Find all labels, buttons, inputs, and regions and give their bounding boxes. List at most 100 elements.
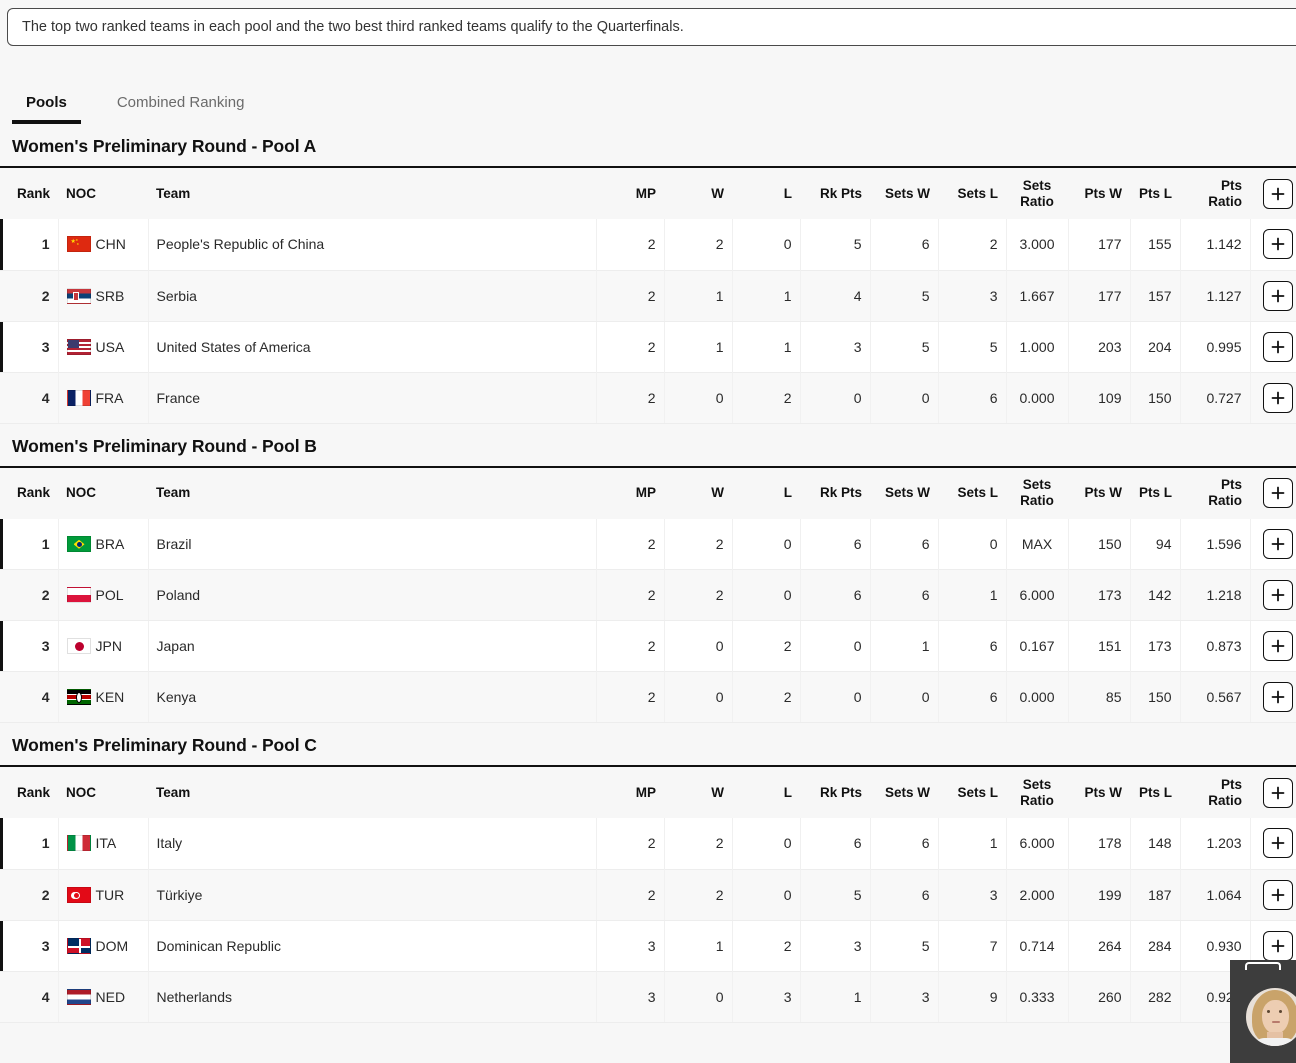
- cell-team-name: Netherlands: [148, 970, 597, 1023]
- cell-rk-pts: 0: [800, 671, 871, 723]
- noc-code: FRA: [95, 389, 124, 406]
- cell-sets-ratio: 2.000: [1006, 868, 1069, 921]
- column-header-w: W: [664, 466, 732, 519]
- widget-drag-handle[interactable]: [1245, 962, 1281, 970]
- column-header-noc: NOC: [58, 466, 148, 519]
- standings-table: Rank NOC Team MP W L Rk Pts Sets W Sets L Sets Rat…: [0, 166, 1296, 424]
- table-row[interactable]: 4 KEN Kenya 2 0 2 0 0 6 0.000 85 150 0.567: [0, 671, 1296, 723]
- cell-pts-w: 151: [1068, 620, 1131, 672]
- cell-rk-pts: 6: [800, 569, 871, 621]
- column-header-actions: [1250, 167, 1296, 219]
- cell-team-name: Kenya: [148, 671, 597, 723]
- table-row[interactable]: 3 USA United States of America 2 1 1 3 5 5 1.000 2…: [0, 321, 1296, 372]
- column-header-rank: Rank: [0, 167, 58, 219]
- cell-rk-pts: 5: [800, 219, 871, 270]
- cell-pts-ratio: 1.203: [1180, 818, 1251, 869]
- table-row[interactable]: 4 FRA France 2 0 2 0 0 6 0.000 109 150 0.727: [0, 371, 1296, 424]
- expand-row-button[interactable]: [1263, 528, 1293, 559]
- column-header-rk-pts: Rk Pts: [800, 167, 870, 219]
- plus-icon: [1271, 639, 1285, 653]
- expand-row-button[interactable]: [1263, 229, 1293, 260]
- noc-code: USA: [95, 338, 125, 355]
- tab-pools[interactable]: Pools: [12, 95, 81, 124]
- cell-noc: BRA: [58, 518, 149, 570]
- flag-ita-icon: [66, 835, 91, 852]
- cell-sets-l: 6: [938, 371, 1007, 424]
- expand-all-button[interactable]: [1263, 478, 1293, 508]
- cell-team-name: People's Republic of China: [148, 219, 597, 270]
- cell-team-name: Dominican Republic: [148, 920, 597, 971]
- cell-sets-ratio: 6.000: [1006, 818, 1069, 869]
- table-row[interactable]: 1 ★ ★ ★ CHN People's Republic of China 2 2 0 5 6 2 3…: [0, 219, 1296, 270]
- column-header-pts-l: Pts L: [1130, 766, 1180, 818]
- cell-rank: 3: [0, 321, 59, 372]
- cell-rk-pts: 1: [800, 970, 871, 1023]
- cell-noc: USA: [58, 321, 149, 372]
- expand-row-button[interactable]: [1263, 331, 1293, 362]
- column-header-rank: Rank: [0, 766, 58, 818]
- noc-code: DOM: [95, 937, 129, 954]
- cell-pts-ratio: 1.127: [1180, 269, 1251, 322]
- table-row[interactable]: 2 POL Poland 2 2 0 6 6 1 6.000 173 142 1.218: [0, 569, 1296, 621]
- cell-rank: 2: [0, 269, 59, 322]
- cell-pts-ratio: 0.727: [1180, 371, 1251, 424]
- expand-row-button[interactable]: [1263, 280, 1293, 311]
- cell-sets-l: 3: [938, 868, 1007, 921]
- cell-sets-ratio: 0.000: [1006, 671, 1069, 723]
- cell-rank: 4: [0, 671, 59, 723]
- cell-rank: 1: [0, 518, 59, 570]
- plus-icon: [1271, 486, 1285, 500]
- flag-fra-icon: [66, 389, 91, 406]
- avatar: [1246, 988, 1296, 1046]
- noc-code: POL: [95, 587, 124, 603]
- cell-l: 3: [732, 970, 801, 1023]
- cell-w: 0: [664, 671, 733, 723]
- video-call-avatar[interactable]: [1230, 960, 1296, 1063]
- table-row[interactable]: 4 NED Netherlands 3 0 3 1 3 9 0.333 260 282 0.922: [0, 970, 1296, 1023]
- column-header-w: W: [664, 766, 732, 818]
- expand-row-button[interactable]: [1263, 580, 1293, 610]
- expand-row-button[interactable]: [1263, 682, 1293, 712]
- expand-row-button[interactable]: [1263, 631, 1293, 661]
- expand-row-button[interactable]: [1263, 382, 1293, 413]
- table-row[interactable]: 3 DOM Dominican Republic 3 1 2 3 5 7 0.714 264 284 0…: [0, 920, 1296, 971]
- cell-rk-pts: 5: [800, 868, 871, 921]
- table-row[interactable]: 2 TUR Türkiye 2 2 0 5 6 3 2.000 199 187 1.064: [0, 868, 1296, 921]
- avatar-eye-left: [1267, 1010, 1270, 1013]
- expand-all-button[interactable]: [1263, 777, 1293, 808]
- tab-combined-ranking[interactable]: Combined Ranking: [103, 95, 259, 124]
- column-header-sets-ratio: Sets Ratio: [1006, 167, 1068, 219]
- flag-tur-icon: [66, 886, 91, 903]
- cell-pts-l: 204: [1130, 321, 1181, 372]
- noc-code: JPN: [95, 638, 122, 654]
- cell-l: 2: [732, 671, 801, 723]
- table-row[interactable]: 1 BRA Brazil 2 2 0 6 6 0 MAX 150 94 1.596: [0, 518, 1296, 570]
- expand-row-button[interactable]: [1263, 879, 1293, 910]
- plus-icon: [1271, 690, 1285, 704]
- cell-team-name: France: [148, 371, 597, 424]
- table-row[interactable]: 2 SRB Serbia 2 1 1 4 5 3 1.667 177 157 1.127: [0, 269, 1296, 322]
- cell-pts-w: 85: [1068, 671, 1131, 723]
- cell-w: 2: [664, 818, 733, 869]
- table-row[interactable]: 3 JPN Japan 2 0 2 0 1 6 0.167 151 173 0.873: [0, 620, 1296, 672]
- cell-pts-l: 142: [1130, 569, 1181, 621]
- cell-pts-l: 94: [1130, 518, 1181, 570]
- plus-icon: [1271, 786, 1285, 799]
- column-header-rank: Rank: [0, 466, 58, 519]
- cell-l: 2: [732, 620, 801, 672]
- cell-rk-pts: 3: [800, 920, 871, 971]
- cell-pts-ratio: 0.873: [1180, 620, 1251, 672]
- expand-row-button[interactable]: [1263, 828, 1293, 859]
- cell-sets-w: 0: [870, 371, 939, 424]
- cell-sets-ratio: 0.714: [1006, 920, 1069, 971]
- table-row[interactable]: 1 ITA Italy 2 2 0 6 6 1 6.000 178 148 1.203: [0, 818, 1296, 869]
- expand-all-button[interactable]: [1263, 178, 1293, 209]
- cell-sets-l: 6: [938, 671, 1007, 723]
- cell-mp: 2: [596, 671, 665, 723]
- column-header-pts-w: Pts W: [1068, 466, 1130, 519]
- cell-pts-l: 187: [1130, 868, 1181, 921]
- expand-row-button[interactable]: [1263, 930, 1293, 961]
- cell-team-name: Italy: [148, 818, 597, 869]
- cell-noc: FRA: [58, 371, 149, 424]
- column-header-sets-l: Sets L: [938, 167, 1006, 219]
